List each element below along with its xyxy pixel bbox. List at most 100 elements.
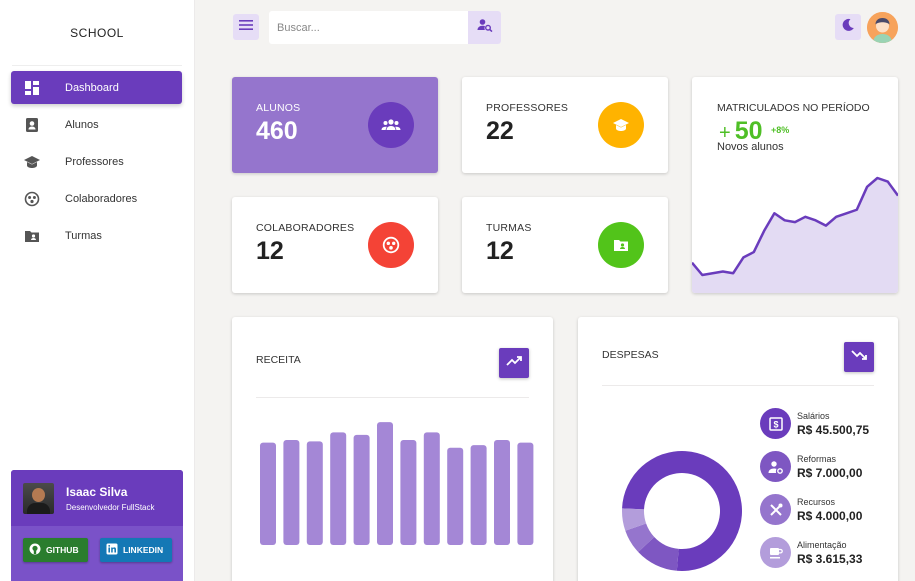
group-icon — [368, 222, 414, 268]
menu-button[interactable] — [233, 14, 259, 40]
linkedin-label: LINKEDIN — [123, 545, 164, 555]
receita-bar-chart — [260, 422, 534, 545]
sidebar-item-turmas[interactable]: Turmas — [11, 219, 182, 252]
sidebar-nav: Dashboard Alunos Professores Colaborador… — [0, 71, 194, 252]
stat-card-colaboradores[interactable]: COLABORADORES 12 — [232, 197, 438, 293]
dashboard-icon — [23, 79, 41, 97]
stat-title: TURMAS — [486, 222, 532, 234]
enrolled-area-chart — [692, 176, 898, 293]
legend-item-alimentacao: Alimentação R$ 3.615,33 — [760, 537, 862, 568]
bar — [353, 434, 370, 545]
search-user-icon — [477, 18, 493, 37]
folder-user-icon — [598, 222, 644, 268]
stat-value: 22 — [486, 117, 514, 145]
legend-item-recursos: Recursos R$ 4.000,00 — [760, 494, 862, 525]
enrolled-subtitle: Novos alunos — [717, 141, 784, 153]
bar — [330, 432, 347, 545]
tools-icon — [760, 494, 791, 525]
bar — [377, 422, 393, 545]
sidebar-item-colaboradores[interactable]: Colaboradores — [11, 182, 182, 215]
github-button[interactable]: GITHUB — [23, 538, 88, 562]
stat-title: ALUNOS — [256, 102, 301, 114]
trending-up-icon — [506, 354, 522, 372]
sidebar-item-label: Professores — [65, 155, 124, 168]
student-card-icon — [23, 116, 41, 134]
users-icon — [368, 102, 414, 148]
stat-title: PROFESSORES — [486, 102, 569, 114]
user-avatar[interactable] — [867, 12, 898, 43]
bar — [260, 442, 276, 545]
sidebar-item-label: Dashboard — [65, 81, 119, 94]
divider — [256, 397, 529, 398]
bar — [283, 440, 300, 545]
search-button[interactable] — [468, 11, 501, 44]
area-fill — [692, 178, 898, 293]
hamburger-icon — [239, 18, 253, 36]
bar — [306, 441, 323, 545]
sidebar-item-label: Turmas — [65, 229, 102, 242]
github-label: GITHUB — [46, 545, 79, 555]
profile-name: Isaac Silva — [66, 484, 128, 499]
stat-value: 460 — [256, 117, 298, 145]
legend-item-reformas: Reformas R$ 7.000,00 — [760, 451, 862, 482]
graduation-cap-icon — [598, 102, 644, 148]
linkedin-button[interactable]: LINKEDIN — [100, 538, 172, 562]
sidebar: SCHOOL Dashboard Alunos Professores Cola… — [0, 0, 195, 581]
legend-value: R$ 3.615,33 — [797, 551, 863, 566]
graduation-cap-icon — [23, 153, 41, 171]
despesas-donut-chart — [622, 451, 742, 571]
bar — [447, 447, 464, 545]
despesas-trend-button[interactable] — [844, 342, 874, 372]
profile-role: Desenvolvedor FullStack — [66, 502, 155, 512]
legend-name: Alimentação — [797, 539, 847, 550]
stat-value: 12 — [486, 237, 514, 265]
bar — [400, 440, 417, 545]
profile-card: Isaac Silva Desenvolvedor FullStack GITH… — [11, 470, 183, 581]
legend-value: R$ 45.500,75 — [797, 422, 870, 437]
enrolled-delta: +8% — [771, 125, 790, 135]
folder-user-icon — [23, 227, 41, 245]
bar — [494, 440, 510, 545]
stat-card-turmas[interactable]: TURMAS 12 — [462, 197, 668, 293]
group-icon — [23, 190, 41, 208]
legend-value: R$ 7.000,00 — [797, 465, 863, 480]
sidebar-item-label: Colaboradores — [65, 192, 138, 205]
search-bar — [269, 11, 501, 44]
legend-name: Reformas — [797, 453, 837, 464]
profile-header: Isaac Silva Desenvolvedor FullStack — [11, 470, 183, 526]
stat-card-professores[interactable]: PROFESSORES 22 — [462, 77, 668, 173]
trending-down-icon — [851, 348, 867, 366]
sidebar-item-professores[interactable]: Professores — [11, 145, 182, 178]
brand-title: SCHOOL — [12, 0, 182, 66]
search-input[interactable] — [269, 11, 468, 44]
money-icon: $ — [760, 408, 791, 439]
sidebar-item-alunos[interactable]: Alunos — [11, 108, 182, 141]
bar — [517, 442, 534, 545]
divider — [602, 385, 874, 386]
sidebar-item-label: Alunos — [65, 118, 99, 131]
user-settings-icon — [760, 451, 791, 482]
receita-panel: RECEITA — [232, 317, 553, 581]
stat-value: 12 — [256, 237, 284, 265]
legend-value: R$ 4.000,00 — [797, 508, 863, 523]
legend-item-salarios: $ Salários R$ 45.500,75 — [760, 408, 869, 439]
bar — [423, 432, 440, 545]
stat-card-alunos[interactable]: ALUNOS 460 — [232, 77, 438, 173]
coffee-icon — [760, 537, 791, 568]
svg-text:$: $ — [773, 419, 778, 429]
enrolled-card: MATRICULADOS NO PERÍODO +50 +8% Novos al… — [692, 77, 898, 293]
legend-name: Salários — [797, 410, 830, 421]
theme-toggle-button[interactable] — [835, 14, 861, 40]
sidebar-item-dashboard[interactable]: Dashboard — [11, 71, 182, 104]
enrolled-title: MATRICULADOS NO PERÍODO — [717, 102, 870, 114]
linkedin-icon — [106, 543, 118, 557]
receita-trend-button[interactable] — [499, 348, 529, 378]
despesas-panel: DESPESAS $ Salários R$ 45.500,75 Reforma… — [578, 317, 898, 581]
github-icon — [29, 543, 41, 557]
legend-name: Recursos — [797, 496, 836, 507]
despesas-title: DESPESAS — [602, 349, 659, 361]
bar — [470, 445, 487, 545]
stat-title: COLABORADORES — [256, 222, 355, 234]
moon-icon — [841, 18, 855, 37]
receita-title: RECEITA — [256, 354, 301, 366]
